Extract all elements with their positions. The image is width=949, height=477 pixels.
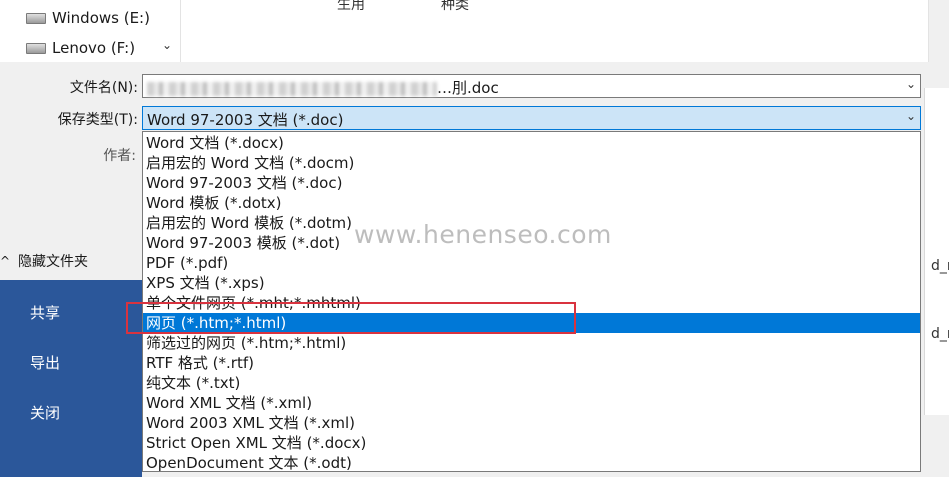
- redacted-filename-blur: [147, 81, 437, 96]
- nav-item-label: Lenovo (F:): [52, 39, 136, 57]
- filetype-select[interactable]: Word 97-2003 文档 (*.doc) ⌄: [142, 106, 921, 130]
- sidebar-item-close[interactable]: 关闭: [30, 402, 60, 423]
- filetype-option[interactable]: Word 97-2003 文档 (*.doc): [143, 173, 920, 193]
- filename-value: …刖.doc: [147, 77, 499, 98]
- filetype-option[interactable]: Word 模板 (*.dotx): [143, 193, 920, 213]
- right-side-panel: d_n d_n: [924, 88, 949, 415]
- filetype-option[interactable]: OpenDocument 文本 (*.odt): [143, 453, 920, 471]
- chevron-up-icon: ^: [0, 254, 11, 268]
- filetype-option[interactable]: RTF 格式 (*.rtf): [143, 353, 920, 373]
- chevron-down-icon[interactable]: ⌄: [162, 38, 172, 52]
- navigation-pane: Windows (E:) Lenovo (F:) ⌄: [0, 0, 180, 62]
- filetype-option[interactable]: 启用宏的 Word 文档 (*.docm): [143, 153, 920, 173]
- chevron-down-icon[interactable]: ⌄: [906, 109, 916, 123]
- file-browser-area: Windows (E:) Lenovo (F:) ⌄ 生用 种类: [0, 0, 949, 62]
- file-list-column-text: 种类: [441, 0, 469, 13]
- sidebar-item-share[interactable]: 共享: [30, 302, 60, 323]
- watermark-text: www.henenseo.com: [354, 220, 612, 249]
- author-label: 作者:: [103, 148, 136, 164]
- filetype-label: 保存类型(T):: [57, 112, 138, 128]
- filetype-option[interactable]: Strict Open XML 文档 (*.docx): [143, 433, 920, 453]
- sidebar-item-export[interactable]: 导出: [30, 352, 60, 373]
- filetype-option[interactable]: 筛选过的网页 (*.htm;*.html): [143, 333, 920, 353]
- file-list-column-text: 生用: [337, 0, 365, 13]
- backstage-sidebar: 共享 导出 关闭: [0, 280, 142, 477]
- filetype-option[interactable]: Word XML 文档 (*.xml): [143, 393, 920, 413]
- nav-item-drive-e[interactable]: Windows (E:): [26, 8, 150, 28]
- drive-icon: [26, 12, 46, 24]
- hide-folders-label: 隐藏文件夹: [18, 254, 88, 270]
- hide-folders-button[interactable]: ^ 隐藏文件夹: [0, 251, 88, 271]
- filetype-option[interactable]: PDF (*.pdf): [143, 253, 920, 273]
- filetype-value: Word 97-2003 文档 (*.doc): [147, 111, 344, 129]
- filename-field[interactable]: …刖.doc ⌄: [142, 74, 921, 98]
- drive-icon: [26, 42, 46, 54]
- truncated-text: d_n: [931, 326, 949, 342]
- annotation-highlight-box: [126, 302, 576, 334]
- truncated-text: d_n: [931, 258, 949, 274]
- filetype-option[interactable]: XPS 文档 (*.xps): [143, 273, 920, 293]
- nav-item-drive-f[interactable]: Lenovo (F:): [26, 38, 135, 58]
- vertical-scrollbar[interactable]: [928, 0, 949, 62]
- file-list[interactable]: 生用 种类: [180, 0, 929, 62]
- chevron-down-icon[interactable]: ⌄: [906, 77, 916, 91]
- nav-item-label: Windows (E:): [52, 9, 150, 27]
- filetype-option[interactable]: Word 2003 XML 文档 (*.xml): [143, 413, 920, 433]
- filetype-option[interactable]: Word 文档 (*.docx): [143, 133, 920, 153]
- filetype-option[interactable]: 纯文本 (*.txt): [143, 373, 920, 393]
- filename-label: 文件名(N):: [69, 80, 138, 96]
